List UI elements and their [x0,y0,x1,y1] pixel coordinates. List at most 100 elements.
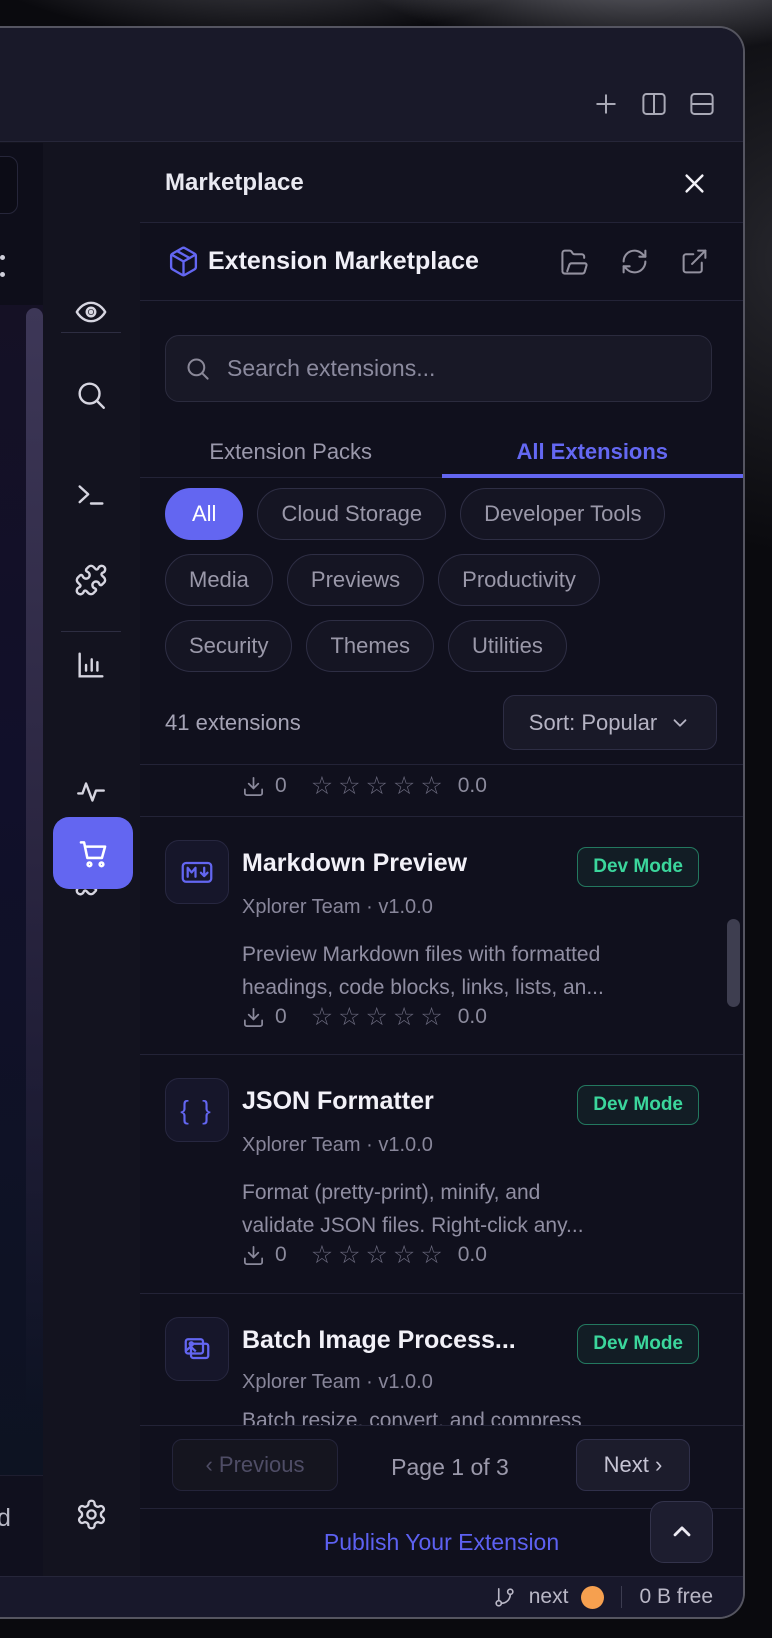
status-indicator-dot[interactable] [581,1586,604,1609]
download-count: 0 [275,1243,287,1267]
app-window: d [0,26,745,1619]
open-folder-button[interactable] [559,247,589,277]
extension-card[interactable]: { } JSON Formatter Dev Mode Xplorer Team… [140,1054,743,1292]
tab-extension-packs[interactable]: Extension Packs [140,427,442,477]
filter-chip-utilities[interactable]: Utilities [448,620,567,672]
filter-chip-developer-tools[interactable]: Developer Tools [460,488,665,540]
peek-button-fragment [0,156,18,214]
download-count: 0 [275,774,287,798]
header-actions [559,223,709,300]
sidebar-item-analytics[interactable] [71,645,111,685]
filter-chip-media[interactable]: Media [165,554,273,606]
sidebar-item-search[interactable] [71,375,111,415]
extension-list: 0 ☆☆☆☆☆ 0.0 Markdown Preview Dev Mode Xp… [140,764,743,1425]
peek-text-fragment-dots [0,255,5,260]
close-panel-button[interactable] [675,164,713,202]
extension-stats: 0 ☆☆☆☆☆ 0.0 [242,1240,487,1270]
split-rows-button[interactable] [687,89,717,119]
star-rating-icons: ☆☆☆☆☆ [311,1240,448,1270]
puzzle-icon [74,563,108,597]
filter-chip-themes[interactable]: Themes [306,620,433,672]
extension-description: Preview Markdown files with formattedhea… [242,938,683,1004]
chevron-down-icon [669,712,691,734]
filter-chip-security[interactable]: Security [165,620,292,672]
search-input[interactable] [225,354,693,383]
scroll-to-top-button[interactable] [650,1501,713,1563]
json-braces-icon: { } [180,1095,214,1126]
extension-description: Format (pretty-print), minify, andvalida… [242,1176,683,1242]
sort-dropdown[interactable]: Sort: Popular [503,695,717,750]
split-columns-button[interactable] [639,89,669,119]
peek-bottom-fragment: d [0,1475,43,1576]
sidebar-item-extensions[interactable] [71,560,111,600]
close-icon [681,170,708,197]
gear-icon [75,1498,108,1531]
previous-page-button[interactable]: ‹ Previous [172,1439,338,1491]
tab-all-extensions[interactable]: All Extensions [442,427,744,477]
sidebar-item-settings[interactable] [71,1494,111,1534]
open-external-button[interactable] [679,247,709,277]
rating-value: 0.0 [458,1243,487,1267]
sidebar-item-marketplace-active[interactable] [53,817,133,889]
layered-images-icon [179,1331,215,1367]
extension-meta: Xplorer Team · v1.0.0 [242,1134,433,1157]
split-rows-icon [687,89,717,119]
extension-marketplace-header: Extension Marketplace [140,223,743,301]
filter-chip-all[interactable]: All [165,488,243,540]
category-filters: All Cloud Storage Developer Tools Media … [165,488,730,672]
search-icon [184,355,211,382]
download-icon [242,1006,265,1029]
download-icon [242,775,265,798]
search-box[interactable] [165,335,712,402]
star-rating-icons: ☆☆☆☆☆ [311,1002,448,1032]
results-row: 41 extensions Sort: Popular [165,695,717,750]
extension-card[interactable]: Batch Image Process... Dev Mode Xplorer … [140,1293,743,1425]
sidebar-item-terminal[interactable] [71,475,111,515]
extension-name: Batch Image Process... [242,1326,516,1355]
status-bar: next 0 B free [0,1576,743,1617]
extension-count: 41 extensions [165,710,301,736]
git-branch-icon [493,1586,516,1609]
download-icon [242,1244,265,1267]
folder-open-icon [560,247,589,276]
list-scrollbar-thumb[interactable] [727,919,740,1007]
extension-card[interactable]: Markdown Preview Dev Mode Xplorer Team ·… [140,816,743,1054]
background-app-sliver: d [0,143,44,1576]
search-icon [74,378,108,412]
filter-chip-cloud-storage[interactable]: Cloud Storage [257,488,446,540]
external-link-icon [680,247,709,276]
eye-icon [74,295,108,329]
peek-text-fragment: d [0,1504,11,1533]
page-indicator: Page 1 of 3 [350,1426,550,1509]
extension-icon-tile [165,1317,229,1381]
statusbar-separator [621,1586,622,1608]
git-branch-name[interactable]: next [529,1585,569,1609]
peek-panel-edge [26,308,43,1468]
sidebar-divider [61,631,121,632]
new-tab-button[interactable] [591,89,621,119]
next-page-button[interactable]: Next › [576,1439,690,1491]
rating-value: 0.0 [458,1005,487,1029]
sidebar-divider [61,332,121,333]
sidebar-item-activity[interactable] [71,772,111,812]
filter-chip-productivity[interactable]: Productivity [438,554,600,606]
chevron-up-icon [668,1518,696,1546]
download-count: 0 [275,1005,287,1029]
panel-title: Marketplace [165,143,304,222]
extension-marketplace-title: Extension Marketplace [208,223,479,300]
filter-chip-previews[interactable]: Previews [287,554,424,606]
split-columns-icon [639,89,669,119]
rating-value: 0.0 [458,774,487,798]
publish-extension-link[interactable]: Publish Your Extension [324,1529,559,1556]
pagination-bar: ‹ Previous Page 1 of 3 Next › [140,1425,743,1509]
dev-mode-badge: Dev Mode [577,847,699,887]
refresh-button[interactable] [619,247,649,277]
partial-card-stats: 0 ☆☆☆☆☆ 0.0 [242,771,487,801]
sidebar-item-preview[interactable] [71,292,111,332]
shopping-cart-icon [76,836,110,870]
free-space-label: 0 B free [639,1585,713,1609]
refresh-icon [620,247,649,276]
extension-description: Batch resize, convert, and compress [242,1404,683,1425]
marketplace-panel: Marketplace Extension Marketplace [140,143,743,1576]
bar-chart-icon [74,648,108,682]
